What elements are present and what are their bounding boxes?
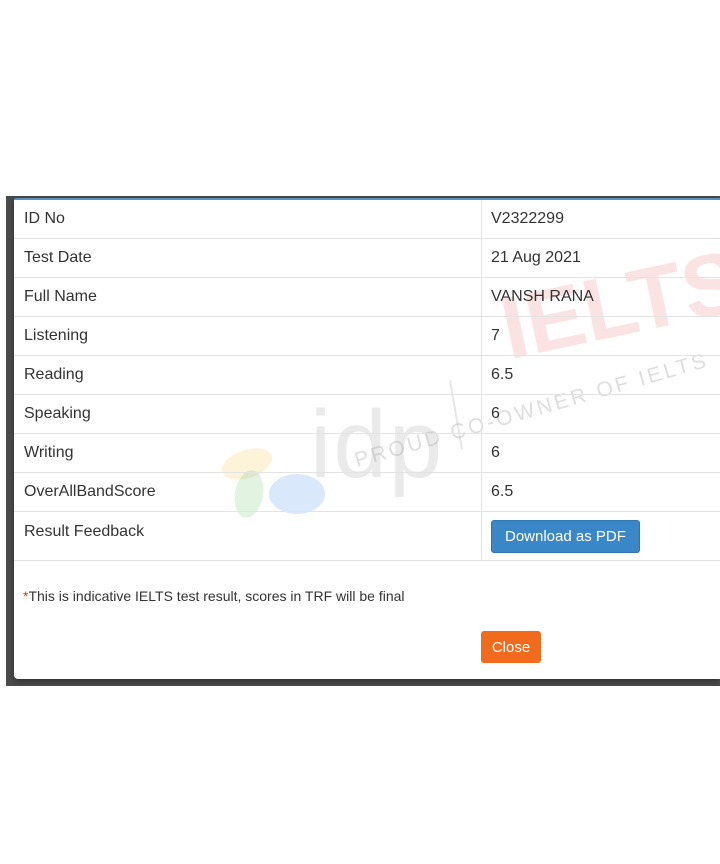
row-label: Writing [14, 433, 482, 473]
row-label: Reading [14, 355, 482, 395]
table-row: Test Date 21 Aug 2021 [14, 238, 720, 278]
row-value: VANSH RANA [481, 277, 720, 317]
row-value: 7 [481, 316, 720, 356]
table-row: Reading 6.5 [14, 355, 720, 395]
row-label: Listening [14, 316, 482, 356]
results-modal: idp IELTS PROUD CO-OWNER OF IELTS ID No … [14, 198, 720, 679]
table-row: Full Name VANSH RANA [14, 277, 720, 317]
table-row: Listening 7 [14, 316, 720, 356]
disclaimer-text: This is indicative IELTS test result, sc… [28, 588, 405, 604]
row-value: 21 Aug 2021 [481, 238, 720, 278]
feedback-row: Result Feedback Download as PDF [14, 511, 720, 561]
row-label: ID No [14, 200, 482, 239]
results-table: ID No V2322299 Test Date 21 Aug 2021 Ful… [14, 200, 720, 561]
close-button[interactable]: Close [481, 631, 541, 663]
row-label: Speaking [14, 394, 482, 434]
row-value: 6 [481, 394, 720, 434]
download-pdf-button[interactable]: Download as PDF [491, 519, 640, 553]
feedback-label: Result Feedback [14, 511, 482, 561]
row-value: 6 [481, 433, 720, 473]
feedback-cell: Download as PDF [481, 511, 720, 561]
table-row: ID No V2322299 [14, 200, 720, 239]
row-value: 6.5 [481, 355, 720, 395]
disclaimer-note: *This is indicative IELTS test result, s… [23, 588, 405, 604]
table-row: Speaking 6 [14, 394, 720, 434]
table-row: Writing 6 [14, 433, 720, 473]
row-value: 6.5 [481, 472, 720, 512]
row-label: OverAllBandScore [14, 472, 482, 512]
row-value: V2322299 [481, 200, 720, 239]
table-row: OverAllBandScore 6.5 [14, 472, 720, 512]
row-label: Test Date [14, 238, 482, 278]
row-label: Full Name [14, 277, 482, 317]
